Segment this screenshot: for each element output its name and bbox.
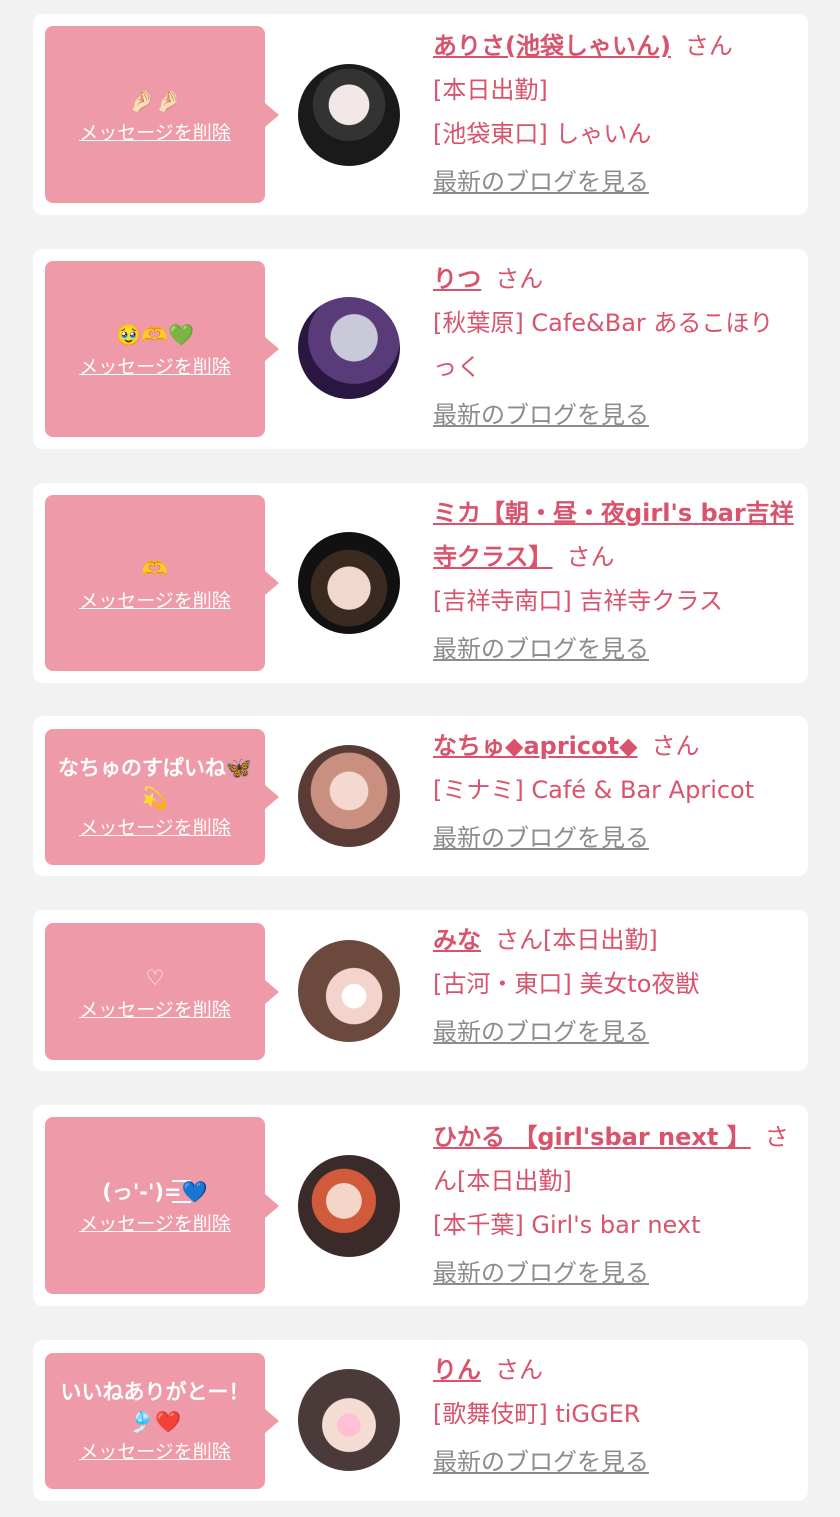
profile-info: ミカ【朝・昼・夜girl's bar吉祥寺クラス】 さん [吉祥寺南口] 吉祥寺ク… (433, 491, 794, 671)
message-text: いいねありがとー！🎐❤️ (60, 1380, 250, 1434)
profile-name-link[interactable]: みな (433, 926, 481, 954)
honorific-label: さん (495, 265, 544, 293)
profile-info: みな さん[本日出勤] [古河・東口] 美女to夜獣 最新のブログを見る (433, 918, 794, 1054)
profile-name-link[interactable]: りん (433, 1356, 481, 1384)
avatar[interactable] (298, 532, 400, 634)
latest-blog-link[interactable]: 最新のブログを見る (433, 1440, 794, 1484)
message-text: 🥹🫶💚 (115, 323, 195, 347)
delete-message-link[interactable]: メッセージを削除 (79, 354, 231, 380)
message-bubble: ♡ メッセージを削除 (45, 923, 279, 1060)
shop-text: [ミナミ] Café & Bar Apricot (433, 776, 755, 804)
shop-text: [秋葉原] Cafe&Bar あるこほりっく (433, 309, 774, 381)
message-card: 🥹🫶💚 メッセージを削除 りつ さん [秋葉原] Cafe&Bar あるこほりっく… (33, 249, 808, 449)
honorific-label: さん (566, 543, 615, 571)
profile-info: りん さん [歌舞伎町] tiGGER 最新のブログを見る (433, 1348, 794, 1484)
message-text: (っ'-')=͟͟͞͞💙 (102, 1179, 208, 1204)
message-bubble: (っ'-')=͟͟͞͞💙 メッセージを削除 (45, 1117, 279, 1294)
status-text: [本日出勤] (457, 1167, 572, 1195)
delete-message-link[interactable]: メッセージを削除 (79, 588, 231, 614)
profile-info: ありさ(池袋しゃいん) さん [本日出勤] [池袋東口] しゃいん 最新のブログを… (433, 24, 794, 204)
shop-text: [本千葉] Girl's bar next (433, 1211, 701, 1239)
avatar[interactable] (298, 297, 400, 399)
latest-blog-link[interactable]: 最新のブログを見る (433, 1010, 794, 1054)
latest-blog-link[interactable]: 最新のブログを見る (433, 393, 794, 437)
latest-blog-link[interactable]: 最新のブログを見る (433, 1251, 794, 1295)
message-text: なちゅのすぱいね🦋💫 (57, 756, 253, 810)
message-bubble: 🥹🫶💚 メッセージを削除 (45, 261, 279, 437)
status-text: [本日出勤] (433, 76, 548, 104)
message-card: いいねありがとー！🎐❤️ メッセージを削除 りん さん [歌舞伎町] tiGGER… (33, 1340, 808, 1501)
shop-text: [古河・東口] 美女to夜獣 (433, 970, 700, 998)
delete-message-link[interactable]: メッセージを削除 (79, 815, 231, 841)
message-card: 🫶 メッセージを削除 ミカ【朝・昼・夜girl's bar吉祥寺クラス】 さん [… (33, 483, 808, 683)
message-card: なちゅのすぱいね🦋💫 メッセージを削除 なちゅ◆apricot◆ さん [ミナミ]… (33, 716, 808, 876)
profile-name-link[interactable]: ありさ(池袋しゃいん) (433, 32, 671, 60)
message-bubble: いいねありがとー！🎐❤️ メッセージを削除 (45, 1353, 279, 1489)
shop-text: [吉祥寺南口] 吉祥寺クラス (433, 587, 723, 615)
latest-blog-link[interactable]: 最新のブログを見る (433, 627, 794, 671)
honorific-label: さん (651, 732, 700, 760)
message-text: 🤌🏻🤌🏻 (128, 88, 182, 113)
avatar[interactable] (298, 1155, 400, 1257)
message-bubble: なちゅのすぱいね🦋💫 メッセージを削除 (45, 729, 279, 865)
avatar[interactable] (298, 940, 400, 1042)
avatar[interactable] (298, 1369, 400, 1471)
profile-info: ひかる 【girl'sbar next 】さん[本日出勤] [本千葉] Girl… (433, 1115, 794, 1295)
delete-message-link[interactable]: メッセージを削除 (79, 997, 231, 1023)
message-card: 🤌🏻🤌🏻 メッセージを削除 ありさ(池袋しゃいん) さん [本日出勤] [池袋東口… (33, 14, 808, 215)
delete-message-link[interactable]: メッセージを削除 (79, 1211, 231, 1237)
latest-blog-link[interactable]: 最新のブログを見る (433, 816, 794, 860)
honorific-label: さん (495, 926, 543, 954)
delete-message-link[interactable]: メッセージを削除 (79, 1439, 231, 1465)
profile-info: りつ さん [秋葉原] Cafe&Bar あるこほりっく 最新のブログを見る (433, 257, 794, 437)
profile-name-link[interactable]: りつ (433, 265, 481, 293)
status-text: [本日出勤] (543, 926, 658, 954)
message-bubble: 🤌🏻🤌🏻 メッセージを削除 (45, 26, 279, 203)
shop-text: [歌舞伎町] tiGGER (433, 1400, 641, 1428)
profile-info: なちゅ◆apricot◆ さん [ミナミ] Café & Bar Apricot … (433, 724, 794, 860)
message-text: ♡ (145, 965, 165, 990)
profile-name-link[interactable]: ひかる 【girl'sbar next 】 (433, 1123, 751, 1151)
message-bubble: 🫶 メッセージを削除 (45, 495, 279, 671)
delete-message-link[interactable]: メッセージを削除 (79, 120, 231, 146)
shop-text: [池袋東口] しゃいん (433, 120, 652, 148)
avatar[interactable] (298, 64, 400, 166)
honorific-label: さん (495, 1356, 543, 1384)
message-card: (っ'-')=͟͟͞͞💙 メッセージを削除 ひかる 【girl'sbar nex… (33, 1105, 808, 1306)
latest-blog-link[interactable]: 最新のブログを見る (433, 160, 794, 204)
honorific-label: さん (684, 32, 733, 60)
message-card: ♡ メッセージを削除 みな さん[本日出勤] [古河・東口] 美女to夜獣 最新の… (33, 910, 808, 1071)
avatar[interactable] (298, 745, 400, 847)
profile-name-link[interactable]: なちゅ◆apricot◆ (433, 732, 638, 760)
message-text: 🫶 (141, 557, 169, 581)
